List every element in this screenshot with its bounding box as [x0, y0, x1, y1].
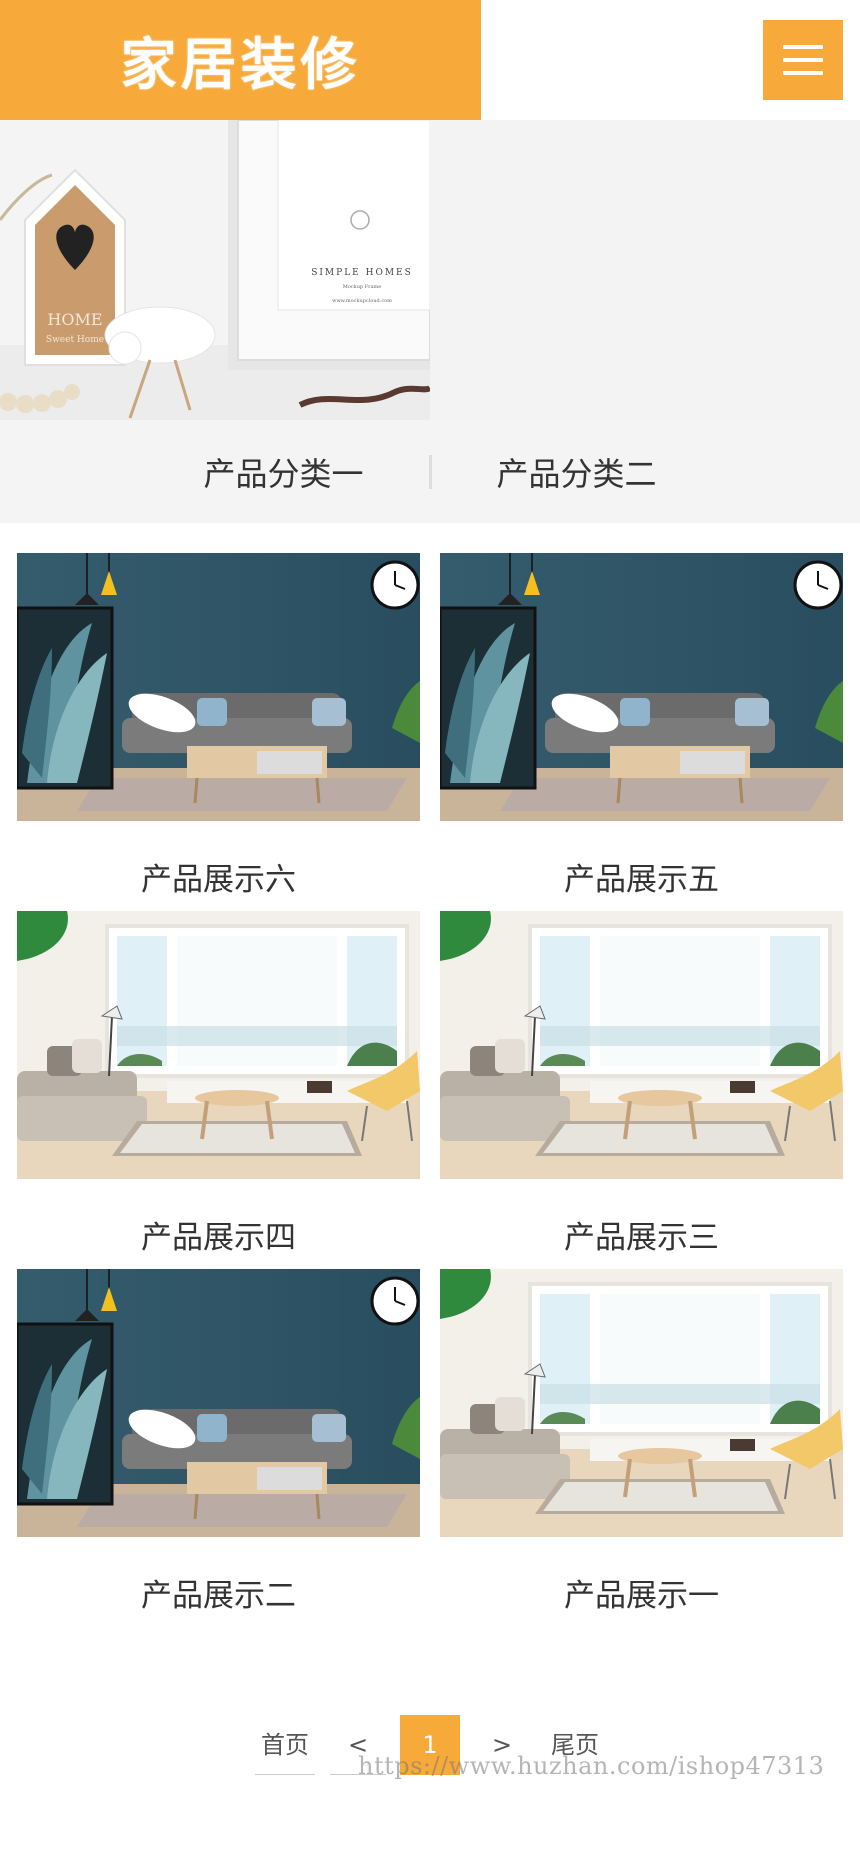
menu-button[interactable]: [763, 20, 843, 100]
svg-text:www.mockupcloud.com: www.mockupcloud.com: [332, 298, 392, 304]
svg-text:Mockup Frame: Mockup Frame: [343, 284, 382, 290]
category-tab-1[interactable]: 产品分类一: [139, 449, 429, 495]
product-card[interactable]: 产品展示三: [440, 911, 843, 1257]
banner: SIMPLE HOMES Mockup Frame www.mockupclou…: [0, 120, 860, 420]
product-name[interactable]: 产品展示五: [440, 854, 843, 899]
product-image[interactable]: [17, 553, 420, 821]
product-card[interactable]: 产品展示五: [440, 553, 843, 899]
product-card[interactable]: 产品展示一: [440, 1269, 843, 1615]
product-image[interactable]: [440, 911, 843, 1179]
frame-brand: SIMPLE HOMES: [311, 268, 413, 278]
product-name[interactable]: 产品展示一: [440, 1570, 843, 1615]
product-card[interactable]: 产品展示四: [17, 911, 420, 1257]
category-tab-2[interactable]: 产品分类二: [432, 449, 722, 495]
product-image[interactable]: [17, 1269, 420, 1537]
product-image[interactable]: [17, 911, 420, 1179]
product-image[interactable]: [440, 1269, 843, 1537]
product-name[interactable]: 产品展示二: [17, 1570, 420, 1615]
logo-text: 家居装修: [120, 32, 361, 98]
product-name[interactable]: 产品展示三: [440, 1212, 843, 1257]
product-card[interactable]: 产品展示二: [17, 1269, 420, 1615]
site-header: 家居装修: [0, 0, 860, 120]
svg-text:Sweet Home: Sweet Home: [46, 335, 104, 345]
watermark: https://www.huzhan.com/ishop47313: [358, 1752, 825, 1780]
hamburger-menu-icon: [783, 45, 823, 49]
product-name[interactable]: 产品展示六: [17, 854, 420, 899]
product-name[interactable]: 产品展示四: [17, 1212, 420, 1257]
logo[interactable]: 家居装修: [0, 0, 481, 120]
svg-text:HOME: HOME: [47, 310, 102, 329]
first-page-link[interactable]: 首页: [255, 1715, 315, 1775]
product-image[interactable]: [440, 553, 843, 821]
banner-image: SIMPLE HOMES Mockup Frame www.mockupclou…: [0, 120, 430, 420]
category-bar: 产品分类一 产品分类二: [0, 420, 860, 523]
product-card[interactable]: 产品展示六: [17, 553, 420, 899]
